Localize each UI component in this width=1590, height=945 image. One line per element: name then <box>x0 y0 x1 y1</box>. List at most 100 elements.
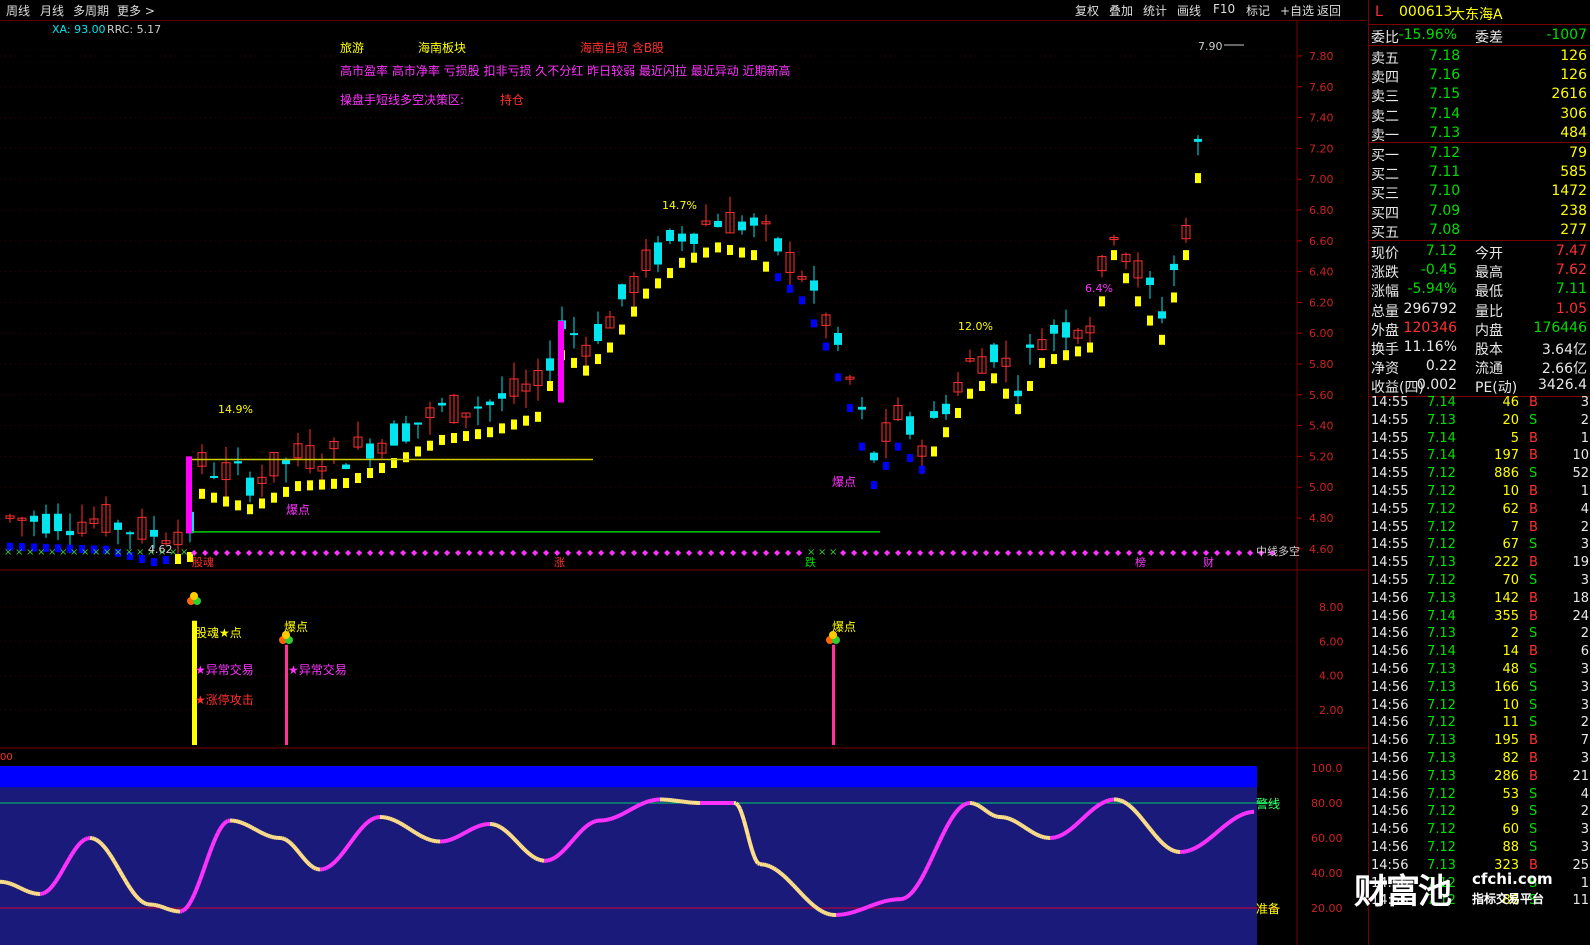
osc-segment <box>19 886 23 891</box>
osc-segment <box>1154 834 1160 840</box>
osc-segment <box>17 885 21 890</box>
tick-row: 14:55 7.12 7 B 2 <box>1369 519 1590 537</box>
osc-segment <box>528 852 534 858</box>
osc-segment <box>904 894 910 900</box>
tick-v: 60 <box>1502 822 1519 838</box>
dot-marker: ◆ <box>708 548 715 557</box>
osc-segment <box>128 886 134 892</box>
limit-up-bar <box>186 456 192 534</box>
osc-segment <box>194 884 200 892</box>
cross-marker: × <box>15 547 23 558</box>
dot-marker: ◆ <box>774 548 781 557</box>
osc-segment <box>167 907 171 912</box>
osc-segment <box>954 808 960 814</box>
dot-marker: ◆ <box>620 548 627 557</box>
osc-segment <box>1121 799 1125 804</box>
trend-block <box>1027 381 1033 392</box>
tick-v: 46 <box>1502 395 1519 410</box>
draw-line-button[interactable]: 画线 <box>1177 2 1201 19</box>
more-menu-button[interactable]: 更多 > <box>117 2 155 19</box>
quote-stat-row: 换手 11.16% 股本 3.64亿 <box>1369 338 1590 358</box>
osc-segment <box>352 833 358 839</box>
price-axis-label: 6.20 <box>1309 296 1334 309</box>
osc-segment <box>853 909 857 914</box>
candle-body-down <box>1014 390 1022 397</box>
tab-weekly[interactable]: 周线 <box>6 2 30 19</box>
osc-segment <box>748 842 754 851</box>
osc-segment <box>395 819 399 824</box>
osc-segment <box>479 823 483 828</box>
trend-block <box>883 461 889 470</box>
price-axis-label: 4.60 <box>1309 543 1334 556</box>
cross-marker: × <box>59 547 67 558</box>
osc-segment <box>354 831 360 837</box>
osc-segment <box>265 832 269 838</box>
dot-marker: ◆ <box>1225 548 1232 557</box>
sell-price: 7.14 <box>1429 105 1461 122</box>
pct-label: 12.0% <box>958 320 993 333</box>
dot-marker: ◆ <box>961 548 968 557</box>
overlay-button[interactable]: 叠加 <box>1109 2 1133 19</box>
mark-button[interactable]: 标记 <box>1246 2 1270 19</box>
osc-segment <box>255 828 259 833</box>
osc-segment <box>1136 812 1142 818</box>
cross-marker: × <box>37 547 45 558</box>
osc-segment <box>402 823 408 829</box>
osc-segment <box>782 874 788 880</box>
osc-segment <box>114 863 120 869</box>
osc-segment <box>1055 834 1059 840</box>
dot-marker: ◆ <box>906 548 913 557</box>
tab-monthly[interactable]: 月线 <box>40 2 64 19</box>
osc-segment <box>400 822 406 828</box>
buy-level-row: 买五 7.08 277 <box>1369 221 1590 241</box>
candle-body-down <box>990 344 998 363</box>
osc-segment <box>1148 827 1154 833</box>
stats-button[interactable]: 统计 <box>1143 2 1167 19</box>
osc-segment <box>940 831 946 838</box>
tick-p: 7.12 <box>1427 501 1456 517</box>
tick-n: 4 <box>1580 501 1589 517</box>
tick-s: S <box>1529 679 1538 695</box>
add-favorite-button[interactable]: +自选 <box>1280 2 1314 19</box>
trend-block <box>343 478 349 489</box>
tick-row: 14:55 7.12 70 S 3 <box>1369 572 1590 590</box>
osc-segment <box>399 821 403 827</box>
osc-segment <box>631 806 635 811</box>
osc-segment <box>1152 832 1158 838</box>
osc-segment <box>1220 824 1226 830</box>
f10-button[interactable]: F10 <box>1213 2 1235 16</box>
restore-rights-button[interactable]: 复权 <box>1075 2 1099 19</box>
tick-p: 7.13 <box>1427 751 1456 766</box>
trend-block <box>415 446 421 457</box>
osc-segment <box>637 802 641 808</box>
osc-segment <box>94 837 100 843</box>
dot-marker: ◆ <box>367 548 374 557</box>
tick-t: 14:56 <box>1371 786 1409 802</box>
osc-segment <box>1084 812 1090 817</box>
sell-vol: 2616 <box>1551 86 1587 103</box>
price-axis-label: 6.40 <box>1309 266 1334 279</box>
kline-chart[interactable]: × × × × × × × × × × × × × × × × × ◆ ◆ ◆ ◆ ◆ ◆ ◆ ◆ ◆ ◆ ◆ ◆ ◆ ◆ ◆ ◆ ◆ ◆ ◆ ◆ ◆ ◆ ◆… <box>0 20 1367 945</box>
dot-marker: ◆ <box>1159 548 1166 557</box>
tick-p: 7.12 <box>1427 715 1456 731</box>
osc-segment <box>245 822 249 828</box>
dot-marker: ◆ <box>763 548 770 557</box>
osc-segment <box>908 891 914 896</box>
trend-block <box>1135 296 1141 307</box>
price-axis-label: 7.00 <box>1309 173 1334 186</box>
tick-v: 10 <box>1502 697 1519 713</box>
dot-marker: ◆ <box>1192 548 1199 557</box>
tab-multi-period[interactable]: 多周期 <box>73 2 109 19</box>
back-button[interactable]: 返回 <box>1317 2 1341 19</box>
osc-segment <box>800 892 806 898</box>
osc-segment <box>1193 845 1197 851</box>
signal-bar <box>285 644 288 745</box>
osc-segment <box>308 863 314 869</box>
tick-n: 2 <box>1580 715 1589 731</box>
osc-segment <box>334 857 340 863</box>
cross-marker: × <box>81 547 89 558</box>
candle-body-down <box>570 333 578 336</box>
ready-line-label: 准备 <box>1256 902 1280 916</box>
osc-segment <box>1018 822 1024 828</box>
osc-segment <box>93 836 97 842</box>
